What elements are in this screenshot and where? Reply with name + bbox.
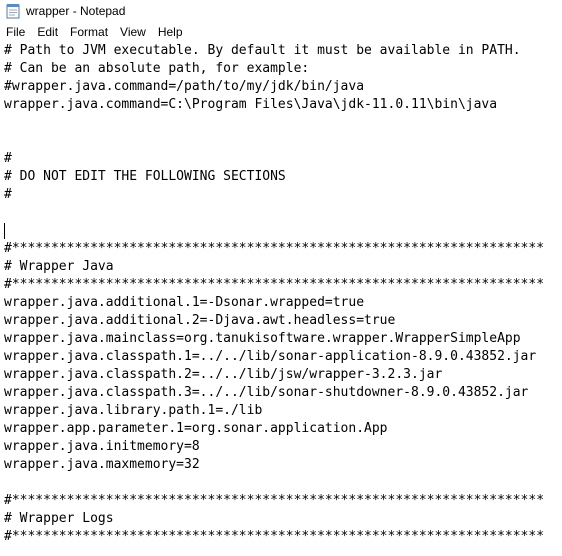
text-line[interactable]: wrapper.java.mainclass=org.tanukisoftwar… — [4, 330, 562, 348]
text-line[interactable]: wrapper.java.classpath.2=../../lib/jsw/w… — [4, 366, 562, 384]
title-bar[interactable]: wrapper - Notepad — [0, 0, 562, 22]
menu-bar: File Edit Format View Help — [0, 22, 562, 42]
editor-text[interactable]: # Path to JVM executable. By default it … — [0, 42, 562, 546]
text-line[interactable]: # DO NOT EDIT THE FOLLOWING SECTIONS — [4, 168, 562, 186]
text-line[interactable]: wrapper.java.library.path.1=./lib — [4, 402, 562, 420]
text-line[interactable]: #***************************************… — [4, 276, 562, 294]
menu-file[interactable]: File — [0, 23, 31, 41]
text-line[interactable]: wrapper.java.maxmemory=32 — [4, 456, 562, 474]
text-line[interactable] — [4, 204, 562, 222]
menu-format[interactable]: Format — [64, 23, 114, 41]
caret-line[interactable] — [4, 222, 562, 240]
text-line[interactable]: #***************************************… — [4, 528, 562, 546]
text-line[interactable]: #***************************************… — [4, 492, 562, 510]
text-line[interactable]: # Wrapper Java — [4, 258, 562, 276]
text-line[interactable]: wrapper.java.additional.1=-Dsonar.wrappe… — [4, 294, 562, 312]
text-line[interactable]: # — [4, 186, 562, 204]
text-line[interactable]: wrapper.java.additional.2=-Djava.awt.hea… — [4, 312, 562, 330]
text-line[interactable]: # Can be an absolute path, for example: — [4, 60, 562, 78]
window-title: wrapper - Notepad — [26, 4, 126, 18]
text-line[interactable]: wrapper.java.classpath.3=../../lib/sonar… — [4, 384, 562, 402]
text-caret — [4, 222, 5, 239]
menu-edit[interactable]: Edit — [31, 23, 64, 41]
menu-view[interactable]: View — [114, 23, 152, 41]
text-line[interactable]: wrapper.app.parameter.1=org.sonar.applic… — [4, 420, 562, 438]
text-line[interactable] — [4, 474, 562, 492]
text-line[interactable] — [4, 114, 562, 132]
text-line[interactable]: wrapper.java.initmemory=8 — [4, 438, 562, 456]
text-line[interactable] — [4, 132, 562, 150]
text-line[interactable]: wrapper.java.classpath.1=../../lib/sonar… — [4, 348, 562, 366]
notepad-window: wrapper - Notepad File Edit Format View … — [0, 0, 562, 556]
text-line[interactable]: # Wrapper Logs — [4, 510, 562, 528]
text-editor-area[interactable]: # Path to JVM executable. By default it … — [0, 42, 562, 556]
text-line[interactable]: # Path to JVM executable. By default it … — [4, 42, 562, 60]
text-line[interactable]: wrapper.java.command=C:\Program Files\Ja… — [4, 96, 562, 114]
text-line[interactable]: #***************************************… — [4, 240, 562, 258]
text-line[interactable]: # — [4, 150, 562, 168]
text-line[interactable]: #wrapper.java.command=/path/to/my/jdk/bi… — [4, 78, 562, 96]
notepad-icon — [6, 3, 20, 19]
menu-help[interactable]: Help — [152, 23, 189, 41]
